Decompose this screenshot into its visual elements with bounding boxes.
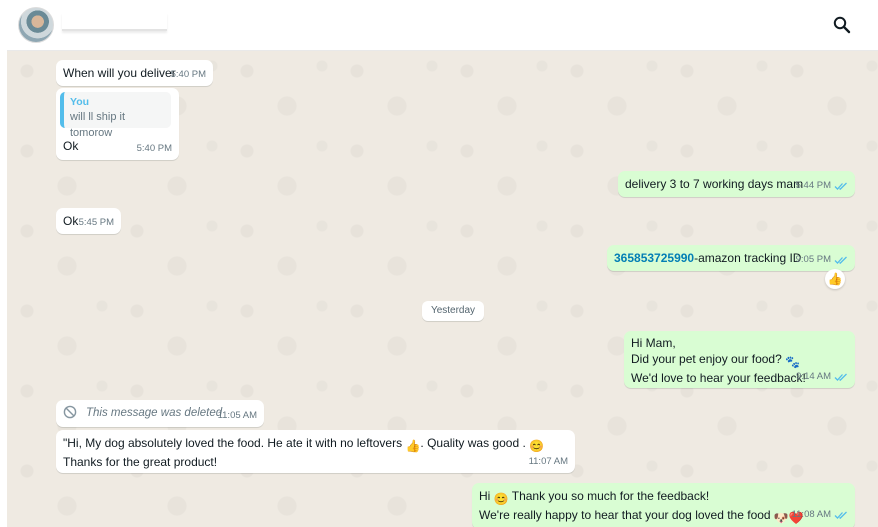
message-time: 11:05 AM — [218, 408, 257, 424]
message-line: We're really happy to hear that your dog… — [479, 507, 804, 526]
thumbs-up-reaction[interactable]: 👍 — [825, 269, 845, 289]
message-line: "Hi, My dog absolutely loved the food. H… — [63, 435, 544, 454]
message-text: Ok — [63, 214, 79, 228]
message-line-text: Did your pet enjoy our food? — [631, 352, 782, 366]
date-divider: Yesterday — [422, 301, 484, 321]
message-line: We'd love to hear your feedback! — [631, 371, 806, 385]
double-check-icon — [834, 182, 847, 190]
time-label: 5:40 PM — [136, 143, 172, 154]
quoted-message[interactable]: You will ll ship it tomorow — [60, 92, 171, 139]
message-time: 9:05 PM — [796, 252, 848, 268]
incoming-message[interactable]: When will you deliver 5:40 PM — [56, 60, 213, 86]
time-label: 11:05 AM — [217, 410, 257, 421]
search-icon — [833, 16, 851, 34]
message-line: Thanks for the great product! — [63, 455, 218, 469]
incoming-message[interactable]: Ok 5:45 PM — [56, 208, 121, 234]
outgoing-message[interactable]: 365853725990-amazon tracking ID 9:05 PM — [607, 245, 855, 271]
outgoing-message[interactable]: Hi Mam, Did your pet enjoy our food? 🐾 W… — [624, 331, 855, 388]
quote-author: You — [70, 96, 90, 108]
outgoing-message[interactable]: delivery 3 to 7 working days mam 5:44 PM — [618, 171, 855, 197]
scrollbar[interactable] — [870, 487, 878, 527]
double-check-icon — [834, 511, 847, 519]
message-line-text: Hi — [479, 489, 494, 503]
message-text: When will you deliver — [63, 66, 176, 80]
double-check-icon — [834, 256, 847, 264]
message-line: Hi 😊 Thank you so much for the feedback! — [479, 488, 804, 507]
whatsapp-web-chat: When will you deliver 5:40 PM You will l… — [0, 0, 878, 527]
dog-face-emoji: 🐶 — [773, 511, 789, 525]
message-text: Ok — [63, 139, 79, 153]
contact-avatar[interactable] — [18, 7, 54, 43]
incoming-message[interactable]: "Hi, My dog absolutely loved the food. H… — [56, 430, 575, 473]
outgoing-message[interactable]: Hi 😊 Thank you so much for the feedback!… — [472, 483, 855, 527]
contact-name[interactable] — [62, 13, 167, 31]
message-time: 11:08 AM — [792, 507, 848, 523]
quote-text: will ll ship it tomorow — [70, 111, 126, 139]
window-edge — [0, 0, 7, 527]
incoming-reply-message[interactable]: You will ll ship it tomorow Ok 5:40 PM — [56, 88, 179, 160]
time-label: 11:07 AM — [528, 456, 568, 467]
time-label: 5:44 PM — [795, 180, 831, 191]
message-line-text: "Hi, My dog absolutely loved the food. H… — [63, 436, 406, 450]
message-time: 5:44 PM — [796, 178, 848, 194]
chat-header — [7, 0, 878, 51]
message-time: 9:14 AM — [796, 369, 848, 385]
message-line-text: Thank you so much for the feedback! — [508, 489, 710, 503]
smiling-face-emoji: 😊 — [493, 492, 509, 506]
message-text: delivery 3 to 7 working days mam — [625, 177, 804, 191]
time-label: 11:08 AM — [791, 509, 831, 520]
message-time: 5:40 PM — [137, 141, 172, 157]
message-line: Did your pet enjoy our food? 🐾 — [631, 351, 806, 370]
paw-prints-emoji: 🐾 — [785, 355, 801, 369]
message-list[interactable]: When will you deliver 5:40 PM You will l… — [7, 51, 878, 527]
message-text-rest: -amazon tracking ID — [694, 251, 802, 265]
smiling-face-emoji: 😊 — [529, 439, 545, 453]
message-line-text: We're really happy to hear that your dog… — [479, 508, 774, 522]
time-label: 5:45 PM — [78, 217, 114, 228]
message-time: 5:40 PM — [171, 67, 206, 83]
message-time: 5:45 PM — [79, 215, 114, 231]
message-line: Hi Mam, — [631, 336, 676, 350]
message-text: 365853725990-amazon tracking ID — [614, 250, 801, 266]
blocked-icon — [63, 405, 77, 419]
deleted-message[interactable]: This message was deleted 11:05 AM — [56, 400, 264, 427]
double-check-icon — [834, 373, 847, 381]
time-label: 5:40 PM — [170, 69, 206, 80]
deleted-text: This message was deleted — [86, 407, 223, 419]
search-button[interactable] — [831, 14, 853, 36]
message-time: 11:07 AM — [529, 454, 568, 470]
thumbs-up-emoji: 👍 — [405, 439, 421, 453]
time-label: 9:05 PM — [795, 254, 831, 265]
time-label: 9:14 AM — [796, 371, 831, 382]
tracking-number-link[interactable]: 365853725990 — [614, 251, 694, 265]
message-line-text: . Quality was good . — [420, 436, 530, 450]
